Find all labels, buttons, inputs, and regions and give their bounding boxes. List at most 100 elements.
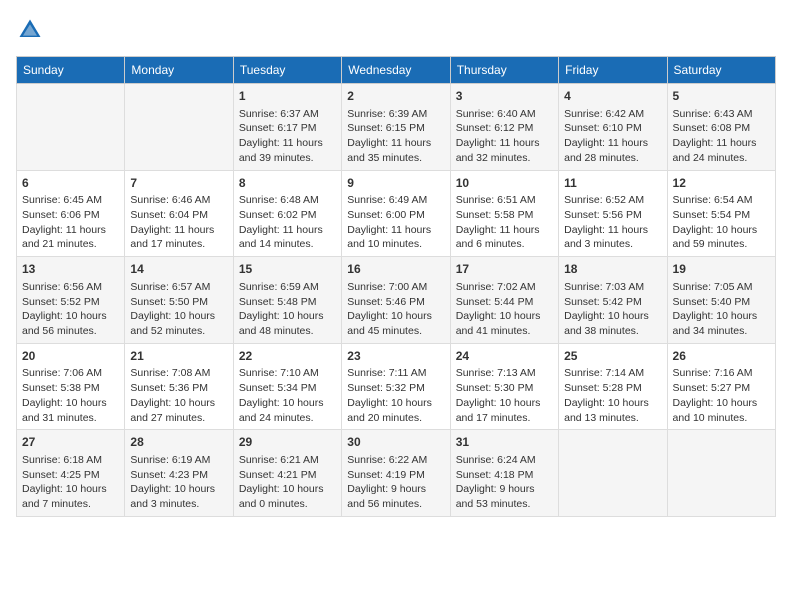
day-number: 15 — [239, 261, 336, 278]
calendar-cell — [559, 430, 667, 517]
weekday-header-monday: Monday — [125, 57, 233, 84]
day-info: Sunrise: 6:42 AM Sunset: 6:10 PM Dayligh… — [564, 107, 661, 166]
page-header — [16, 16, 776, 44]
calendar-cell: 4 Sunrise: 6:42 AM Sunset: 6:10 PM Daylig… — [559, 84, 667, 171]
calendar-cell: 12Sunrise: 6:54 AM Sunset: 5:54 PM Dayli… — [667, 170, 775, 257]
day-number: 11 — [564, 175, 661, 192]
day-info: Sunrise: 6:59 AM Sunset: 5:48 PM Dayligh… — [239, 280, 336, 339]
day-number: 6 — [22, 175, 119, 192]
day-number: 24 — [456, 348, 553, 365]
day-number: 22 — [239, 348, 336, 365]
calendar-cell: 10Sunrise: 6:51 AM Sunset: 5:58 PM Dayli… — [450, 170, 558, 257]
calendar-cell — [125, 84, 233, 171]
day-info: Sunrise: 7:02 AM Sunset: 5:44 PM Dayligh… — [456, 280, 553, 339]
day-number: 18 — [564, 261, 661, 278]
weekday-header-thursday: Thursday — [450, 57, 558, 84]
day-info: Sunrise: 7:10 AM Sunset: 5:34 PM Dayligh… — [239, 366, 336, 425]
day-info: Sunrise: 6:19 AM Sunset: 4:23 PM Dayligh… — [130, 453, 227, 512]
calendar-cell: 31 Sunrise: 6:24 AM Sunset: 4:18 PM Dayli… — [450, 430, 558, 517]
calendar-cell: 30 Sunrise: 6:22 AM Sunset: 4:19 PM Dayli… — [342, 430, 450, 517]
day-info: Sunrise: 6:52 AM Sunset: 5:56 PM Dayligh… — [564, 193, 661, 252]
day-info: Sunrise: 7:08 AM Sunset: 5:36 PM Dayligh… — [130, 366, 227, 425]
calendar-cell: 9Sunrise: 6:49 AM Sunset: 6:00 PM Daylig… — [342, 170, 450, 257]
day-number: 25 — [564, 348, 661, 365]
weekday-header-tuesday: Tuesday — [233, 57, 341, 84]
day-info: Sunrise: 6:57 AM Sunset: 5:50 PM Dayligh… — [130, 280, 227, 339]
calendar-table: SundayMondayTuesdayWednesdayThursdayFrid… — [16, 56, 776, 517]
day-number: 3 — [456, 88, 553, 105]
day-number: 19 — [673, 261, 770, 278]
logo — [16, 16, 48, 44]
day-info: Sunrise: 6:21 AM Sunset: 4:21 PM Dayligh… — [239, 453, 336, 512]
day-number: 4 — [564, 88, 661, 105]
day-number: 8 — [239, 175, 336, 192]
calendar-cell: 5 Sunrise: 6:43 AM Sunset: 6:08 PM Daylig… — [667, 84, 775, 171]
day-info: Sunrise: 7:11 AM Sunset: 5:32 PM Dayligh… — [347, 366, 444, 425]
day-number: 26 — [673, 348, 770, 365]
day-info: Sunrise: 6:45 AM Sunset: 6:06 PM Dayligh… — [22, 193, 119, 252]
day-info: Sunrise: 6:22 AM Sunset: 4:19 PM Dayligh… — [347, 453, 444, 512]
calendar-cell — [667, 430, 775, 517]
day-info: Sunrise: 7:00 AM Sunset: 5:46 PM Dayligh… — [347, 280, 444, 339]
calendar-cell: 8Sunrise: 6:48 AM Sunset: 6:02 PM Daylig… — [233, 170, 341, 257]
day-number: 5 — [673, 88, 770, 105]
day-info: Sunrise: 7:03 AM Sunset: 5:42 PM Dayligh… — [564, 280, 661, 339]
calendar-cell: 16Sunrise: 7:00 AM Sunset: 5:46 PM Dayli… — [342, 257, 450, 344]
day-number: 31 — [456, 434, 553, 451]
calendar-cell: 26Sunrise: 7:16 AM Sunset: 5:27 PM Dayli… — [667, 343, 775, 430]
day-number: 21 — [130, 348, 227, 365]
calendar-cell: 3Sunrise: 6:40 AM Sunset: 6:12 PM Daylig… — [450, 84, 558, 171]
day-info: Sunrise: 6:24 AM Sunset: 4:18 PM Dayligh… — [456, 453, 553, 512]
day-info: Sunrise: 6:18 AM Sunset: 4:25 PM Dayligh… — [22, 453, 119, 512]
day-number: 7 — [130, 175, 227, 192]
calendar-cell: 20Sunrise: 7:06 AM Sunset: 5:38 PM Dayli… — [17, 343, 125, 430]
calendar-week-row: 20Sunrise: 7:06 AM Sunset: 5:38 PM Dayli… — [17, 343, 776, 430]
day-number: 28 — [130, 434, 227, 451]
calendar-cell: 23Sunrise: 7:11 AM Sunset: 5:32 PM Dayli… — [342, 343, 450, 430]
calendar-cell: 15 Sunrise: 6:59 AM Sunset: 5:48 PM Dayli… — [233, 257, 341, 344]
calendar-cell: 14 Sunrise: 6:57 AM Sunset: 5:50 PM Dayli… — [125, 257, 233, 344]
calendar-cell: 28 Sunrise: 6:19 AM Sunset: 4:23 PM Dayli… — [125, 430, 233, 517]
day-number: 13 — [22, 261, 119, 278]
weekday-header-row: SundayMondayTuesdayWednesdayThursdayFrid… — [17, 57, 776, 84]
day-info: Sunrise: 6:51 AM Sunset: 5:58 PM Dayligh… — [456, 193, 553, 252]
day-number: 10 — [456, 175, 553, 192]
day-number: 12 — [673, 175, 770, 192]
calendar-week-row: 27 Sunrise: 6:18 AM Sunset: 4:25 PM Dayli… — [17, 430, 776, 517]
calendar-cell: 1 Sunrise: 6:37 AM Sunset: 6:17 PM Daylig… — [233, 84, 341, 171]
day-info: Sunrise: 7:13 AM Sunset: 5:30 PM Dayligh… — [456, 366, 553, 425]
calendar-cell: 24Sunrise: 7:13 AM Sunset: 5:30 PM Dayli… — [450, 343, 558, 430]
day-number: 1 — [239, 88, 336, 105]
day-info: Sunrise: 6:43 AM Sunset: 6:08 PM Dayligh… — [673, 107, 770, 166]
day-info: Sunrise: 6:39 AM Sunset: 6:15 PM Dayligh… — [347, 107, 444, 166]
logo-icon — [16, 16, 44, 44]
day-number: 20 — [22, 348, 119, 365]
day-info: Sunrise: 6:48 AM Sunset: 6:02 PM Dayligh… — [239, 193, 336, 252]
weekday-header-wednesday: Wednesday — [342, 57, 450, 84]
calendar-cell: 7Sunrise: 6:46 AM Sunset: 6:04 PM Daylig… — [125, 170, 233, 257]
calendar-cell: 2 Sunrise: 6:39 AM Sunset: 6:15 PM Daylig… — [342, 84, 450, 171]
calendar-week-row: 13 Sunrise: 6:56 AM Sunset: 5:52 PM Dayli… — [17, 257, 776, 344]
day-info: Sunrise: 7:14 AM Sunset: 5:28 PM Dayligh… — [564, 366, 661, 425]
day-number: 9 — [347, 175, 444, 192]
day-info: Sunrise: 7:06 AM Sunset: 5:38 PM Dayligh… — [22, 366, 119, 425]
day-number: 30 — [347, 434, 444, 451]
calendar-cell: 19 Sunrise: 7:05 AM Sunset: 5:40 PM Dayli… — [667, 257, 775, 344]
calendar-cell: 29 Sunrise: 6:21 AM Sunset: 4:21 PM Dayli… — [233, 430, 341, 517]
calendar-cell: 6Sunrise: 6:45 AM Sunset: 6:06 PM Daylig… — [17, 170, 125, 257]
day-info: Sunrise: 6:56 AM Sunset: 5:52 PM Dayligh… — [22, 280, 119, 339]
calendar-cell: 11Sunrise: 6:52 AM Sunset: 5:56 PM Dayli… — [559, 170, 667, 257]
calendar-week-row: 1 Sunrise: 6:37 AM Sunset: 6:17 PM Daylig… — [17, 84, 776, 171]
day-number: 2 — [347, 88, 444, 105]
weekday-header-friday: Friday — [559, 57, 667, 84]
day-info: Sunrise: 6:37 AM Sunset: 6:17 PM Dayligh… — [239, 107, 336, 166]
calendar-week-row: 6Sunrise: 6:45 AM Sunset: 6:06 PM Daylig… — [17, 170, 776, 257]
day-number: 14 — [130, 261, 227, 278]
weekday-header-saturday: Saturday — [667, 57, 775, 84]
calendar-cell: 13 Sunrise: 6:56 AM Sunset: 5:52 PM Dayli… — [17, 257, 125, 344]
day-info: Sunrise: 6:46 AM Sunset: 6:04 PM Dayligh… — [130, 193, 227, 252]
day-info: Sunrise: 7:05 AM Sunset: 5:40 PM Dayligh… — [673, 280, 770, 339]
day-info: Sunrise: 6:49 AM Sunset: 6:00 PM Dayligh… — [347, 193, 444, 252]
day-number: 29 — [239, 434, 336, 451]
day-number: 27 — [22, 434, 119, 451]
